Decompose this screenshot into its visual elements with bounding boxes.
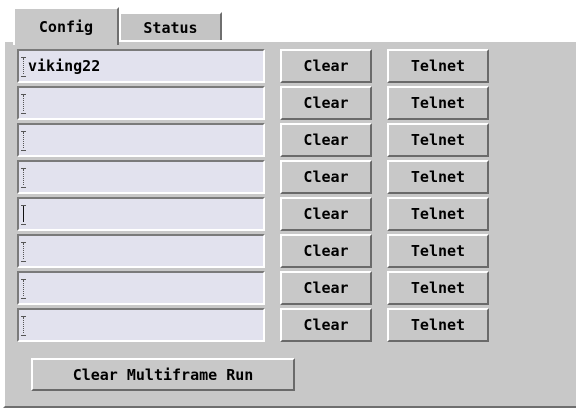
telnet-button-label: Telnet <box>410 57 466 75</box>
telnet-button[interactable]: Telnet <box>387 49 489 83</box>
clear-multiframe-run-button[interactable]: Clear Multiframe Run <box>31 358 295 391</box>
host-field-value: viking22 <box>28 57 101 75</box>
clear-button-label: Clear <box>303 168 349 186</box>
text-caret-icon <box>21 204 27 225</box>
host-row: Clear Telnet <box>5 197 576 233</box>
host-row: viking22 Clear Telnet <box>5 49 576 85</box>
host-field[interactable] <box>17 308 265 342</box>
clear-button-label: Clear <box>303 279 349 297</box>
host-row: Clear Telnet <box>5 234 576 270</box>
tab-status-label: Status <box>143 18 198 37</box>
telnet-button-label: Telnet <box>410 94 466 112</box>
telnet-button-label: Telnet <box>410 168 466 186</box>
clear-multiframe-run-label: Clear Multiframe Run <box>72 365 254 384</box>
host-field[interactable] <box>17 271 265 305</box>
telnet-button-label: Telnet <box>410 316 466 334</box>
clear-button-label: Clear <box>303 205 349 223</box>
host-field[interactable] <box>17 234 265 268</box>
clear-button-label: Clear <box>303 316 349 334</box>
telnet-button[interactable]: Telnet <box>387 86 489 120</box>
host-field[interactable] <box>17 197 265 231</box>
host-row: Clear Telnet <box>5 160 576 196</box>
text-caret-icon <box>21 241 27 262</box>
telnet-button-label: Telnet <box>410 205 466 223</box>
host-field[interactable]: viking22 <box>17 49 265 83</box>
tab-config[interactable]: Config <box>13 7 119 45</box>
text-caret-icon <box>21 56 27 77</box>
telnet-button[interactable]: Telnet <box>387 197 489 231</box>
tab-config-label: Config <box>38 18 94 36</box>
clear-button[interactable]: Clear <box>280 86 372 120</box>
host-row: Clear Telnet <box>5 308 576 344</box>
telnet-button-label: Telnet <box>410 242 466 260</box>
clear-button-label: Clear <box>303 242 349 260</box>
tab-status[interactable]: Status <box>119 12 222 41</box>
text-caret-icon <box>21 93 27 114</box>
clear-button[interactable]: Clear <box>280 271 372 305</box>
text-caret-icon <box>21 167 27 188</box>
telnet-button-label: Telnet <box>410 131 466 149</box>
clear-button[interactable]: Clear <box>280 123 372 157</box>
host-row: Clear Telnet <box>5 271 576 307</box>
telnet-button-label: Telnet <box>410 279 466 297</box>
telnet-button[interactable]: Telnet <box>387 160 489 194</box>
clear-button-label: Clear <box>303 131 349 149</box>
config-panel: viking22 Clear Telnet Clear Telnet Clear… <box>3 40 576 408</box>
text-caret-icon <box>21 278 27 299</box>
clear-button[interactable]: Clear <box>280 234 372 268</box>
clear-button[interactable]: Clear <box>280 49 372 83</box>
telnet-button[interactable]: Telnet <box>387 234 489 268</box>
telnet-button[interactable]: Telnet <box>387 308 489 342</box>
host-row: Clear Telnet <box>5 123 576 159</box>
host-row: Clear Telnet <box>5 86 576 122</box>
clear-button-label: Clear <box>303 57 349 75</box>
telnet-button[interactable]: Telnet <box>387 271 489 305</box>
host-field[interactable] <box>17 86 265 120</box>
text-caret-icon <box>21 315 27 336</box>
telnet-button[interactable]: Telnet <box>387 123 489 157</box>
clear-button-label: Clear <box>303 94 349 112</box>
host-field[interactable] <box>17 160 265 194</box>
clear-button[interactable]: Clear <box>280 197 372 231</box>
clear-button[interactable]: Clear <box>280 160 372 194</box>
clear-button[interactable]: Clear <box>280 308 372 342</box>
text-caret-icon <box>21 130 27 151</box>
host-field[interactable] <box>17 123 265 157</box>
